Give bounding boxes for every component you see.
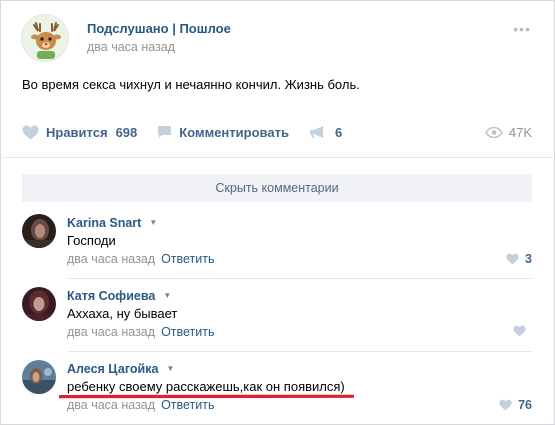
divider	[67, 351, 532, 352]
avatar-photo	[22, 360, 56, 394]
hide-comments-button[interactable]: Скрыть комментарии	[22, 174, 532, 202]
deer-logo-icon	[22, 15, 68, 61]
comment-like-count: 3	[525, 252, 532, 266]
divider	[67, 278, 532, 279]
views-count: 47K	[508, 124, 532, 140]
comment-author-name[interactable]: Алеся Цагойка	[67, 362, 158, 376]
comment-footer: два часа назад Ответить	[67, 397, 215, 413]
eye-icon	[485, 126, 503, 138]
comment-icon	[158, 126, 172, 138]
share-button[interactable]: 6	[309, 125, 342, 140]
post-text: Во время секса чихнул и нечаянно кончил.…	[22, 77, 360, 92]
comment-item: Karina Snart ▼ Господи два часа назад Отве…	[22, 214, 532, 280]
comment-text: ребенку своему расскажешь,как он появилс…	[67, 379, 345, 394]
post-time[interactable]: два часа назад	[87, 39, 231, 56]
comment-author[interactable]: Алеся Цагойка ▼	[67, 361, 174, 377]
comment-footer: два часа назад Ответить	[67, 251, 215, 267]
like-button[interactable]: Нравится 698	[22, 125, 137, 140]
group-name[interactable]: Подслушано | Пошлое	[87, 21, 231, 37]
group-meta: Подслушано | Пошлое два часа назад	[87, 21, 231, 56]
share-count: 6	[334, 124, 343, 140]
heart-icon	[499, 399, 512, 411]
like-count: 698	[115, 124, 138, 140]
avatar[interactable]	[22, 287, 56, 321]
views-counter: 47K	[485, 125, 532, 140]
comment-time[interactable]: два часа назад	[67, 252, 155, 266]
reply-link[interactable]: Ответить	[161, 398, 214, 412]
heart-icon	[506, 253, 519, 265]
heart-icon	[22, 125, 39, 139]
caret-down-icon[interactable]: ▼	[149, 218, 157, 227]
red-underline-mark	[59, 394, 354, 399]
more-dots-icon[interactable]: •••	[513, 22, 531, 36]
comment-author-name[interactable]: Karina Snart	[67, 216, 141, 230]
divider	[2, 157, 553, 158]
caret-down-icon[interactable]: ▼	[166, 364, 174, 373]
avatar-photo	[22, 214, 56, 248]
comment-like-button[interactable]	[513, 325, 532, 337]
heart-icon	[513, 325, 526, 337]
post-card: Подслушано | Пошлое два часа назад ••• В…	[0, 0, 555, 425]
comment-footer: два часа назад Ответить	[67, 324, 215, 340]
post-actions: Нравится 698 Комментировать 6 47K	[22, 122, 532, 142]
comment-text: Аххаха, ну бывает	[67, 306, 178, 321]
reply-link[interactable]: Ответить	[161, 325, 214, 339]
comment-author[interactable]: Катя Софиева ▼	[67, 288, 171, 304]
megaphone-icon	[309, 126, 323, 138]
avatar[interactable]	[22, 214, 56, 248]
group-avatar[interactable]	[21, 14, 69, 62]
comment-author-name[interactable]: Катя Софиева	[67, 289, 155, 303]
comment-time[interactable]: два часа назад	[67, 325, 155, 339]
avatar[interactable]	[22, 360, 56, 394]
comment-item: Алеся Цагойка ▼ ребенку своему расскажешь…	[22, 360, 532, 425]
comment-item: Катя Софиева ▼ Аххаха, ну бывает два часа…	[22, 287, 532, 353]
comment-label: Комментировать	[179, 124, 289, 140]
comment-author[interactable]: Karina Snart ▼	[67, 215, 157, 231]
post-header: Подслушано | Пошлое два часа назад	[21, 13, 231, 63]
caret-down-icon[interactable]: ▼	[163, 291, 171, 300]
comment-time[interactable]: два часа назад	[67, 398, 155, 412]
comment-like-button[interactable]: 3	[506, 252, 532, 266]
avatar-photo	[22, 287, 56, 321]
comment-text: Господи	[67, 233, 116, 248]
comment-button[interactable]: Комментировать	[157, 125, 289, 140]
comment-like-count: 76	[518, 398, 532, 412]
comment-like-button[interactable]: 76	[499, 398, 532, 412]
reply-link[interactable]: Ответить	[161, 252, 214, 266]
like-label: Нравится	[46, 124, 108, 140]
